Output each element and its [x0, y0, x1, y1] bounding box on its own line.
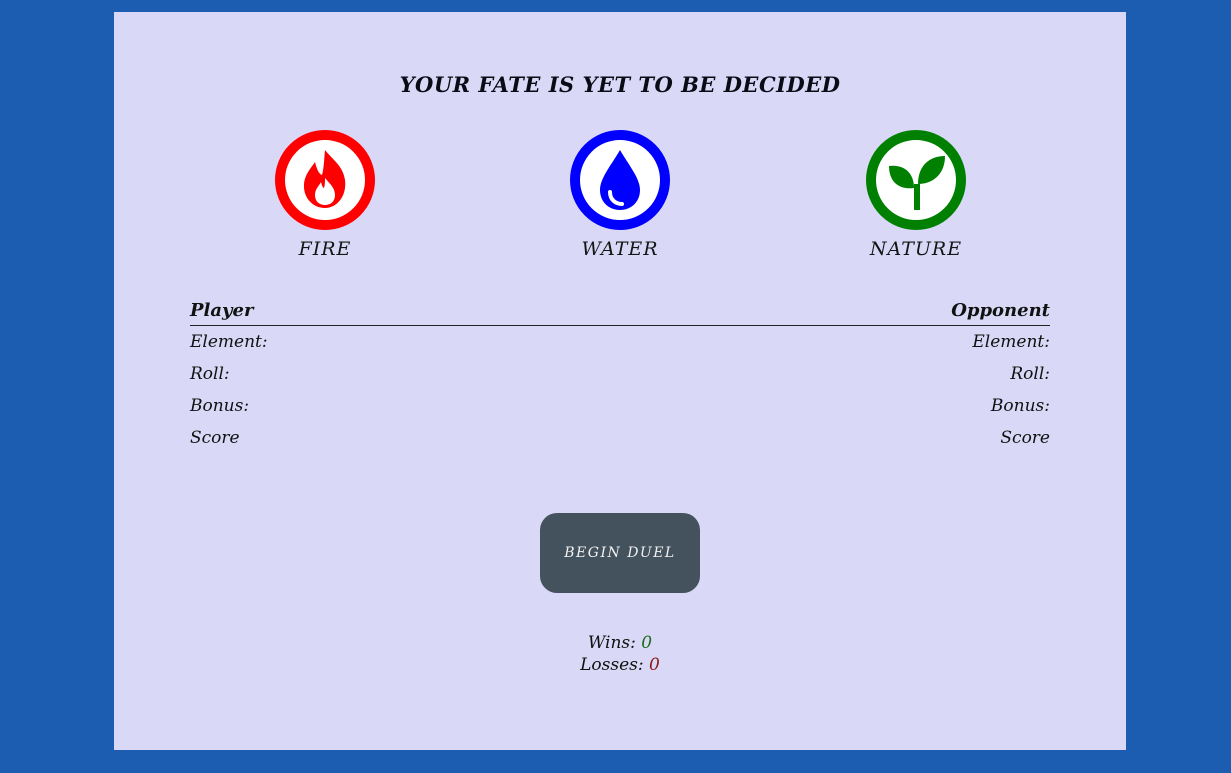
opponent-roll-label: Roll:: [1010, 364, 1050, 384]
water-ring[interactable]: [570, 130, 670, 230]
nature-label: NATURE: [869, 238, 963, 260]
win-loss-record: Wins: 0 Losses: 0: [114, 632, 1126, 676]
player-score-label: Score: [190, 428, 240, 448]
opponent-score-label: Score: [1000, 428, 1050, 448]
sprout-icon: [889, 156, 945, 210]
losses-label: Losses:: [580, 655, 644, 675]
opponent-heading: Opponent: [951, 300, 1050, 321]
page-title: YOUR FATE IS YET TO BE DECIDED: [399, 72, 841, 97]
player-bonus-label: Bonus:: [190, 396, 250, 416]
fire-label: FIRE: [298, 238, 352, 260]
stat-row-roll: Roll: Roll:: [190, 358, 1050, 390]
player-element-label: Element:: [190, 332, 268, 352]
fire-ring[interactable]: [275, 130, 375, 230]
wins-label: Wins:: [587, 633, 636, 653]
losses-count: 0: [649, 655, 660, 675]
flame-icon: [303, 150, 346, 208]
nature-element-button[interactable]: NATURE: [836, 130, 996, 260]
stats-table: Player Opponent Element: Element: Roll: …: [190, 300, 1050, 454]
player-roll-label: Roll:: [190, 364, 230, 384]
fire-element-button[interactable]: FIRE: [245, 130, 405, 260]
nature-ring[interactable]: [866, 130, 966, 230]
stat-row-score: Score Score: [190, 422, 1050, 454]
game-panel: YOUR FATE IS YET TO BE DECIDED FIRE WATE…: [114, 12, 1126, 750]
water-label: WATER: [581, 238, 659, 260]
stats-header: Player Opponent: [190, 300, 1050, 326]
water-drop-icon: [600, 150, 640, 210]
wins-count: 0: [641, 633, 653, 653]
player-heading: Player: [190, 300, 254, 321]
losses-line: Losses: 0: [114, 654, 1126, 676]
begin-duel-button[interactable]: BEGIN DUEL: [540, 513, 700, 593]
opponent-bonus-label: Bonus:: [990, 396, 1050, 416]
opponent-element-label: Element:: [972, 332, 1050, 352]
stat-row-element: Element: Element:: [190, 326, 1050, 358]
water-element-button[interactable]: WATER: [540, 130, 700, 260]
wins-line: Wins: 0: [114, 632, 1126, 654]
stat-row-bonus: Bonus: Bonus:: [190, 390, 1050, 422]
